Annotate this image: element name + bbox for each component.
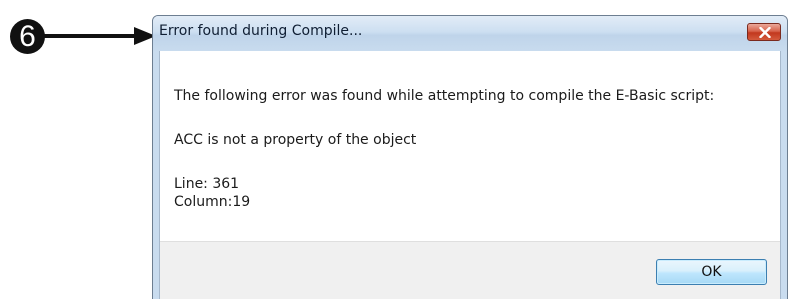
dialog-content: The following error was found while atte… [159,51,781,299]
error-intro-text: The following error was found while atte… [174,88,715,104]
error-message-text: ACC is not a property of the object [174,132,417,148]
dialog-titlebar[interactable]: Error found during Compile... [153,16,787,51]
close-x-icon [759,27,771,38]
dialog-title: Error found during Compile... [159,23,363,39]
message-area: The following error was found while atte… [160,51,780,241]
ok-button[interactable]: OK [656,259,767,285]
screenshot-canvas: 6 Error found during Compile... The foll… [0,0,788,299]
error-column-text: Column:19 [174,194,251,210]
error-line-text: Line: 361 [174,176,240,192]
dialog-button-bar: OK [160,241,780,299]
close-button[interactable] [747,23,781,41]
error-dialog: Error found during Compile... The follow… [152,15,788,299]
callout-number-badge: 6 [10,19,45,54]
